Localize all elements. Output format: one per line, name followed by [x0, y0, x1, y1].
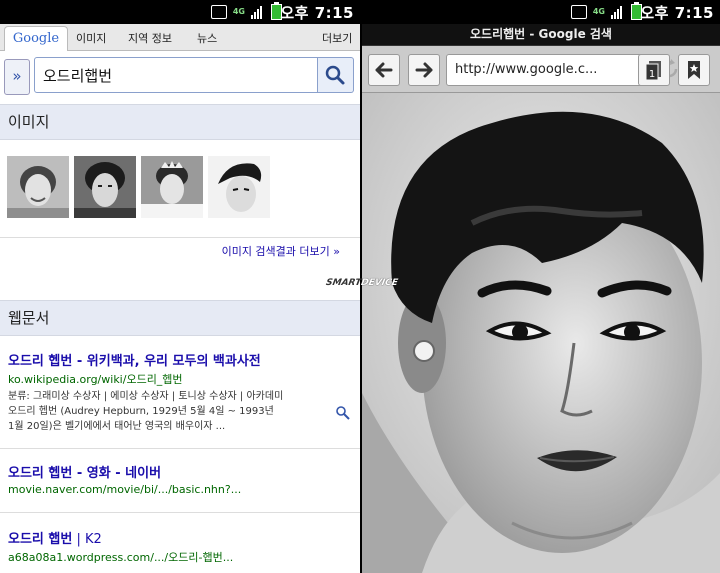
- magnifier-icon: [336, 406, 350, 420]
- status-icons: 4G: [570, 2, 642, 21]
- result-title-link[interactable]: 오드리 헵번 - 위키백과, 우리 모두의 백과사전: [8, 350, 352, 369]
- tab-local[interactable]: 지역 정보: [128, 30, 172, 46]
- signal-icon: [251, 5, 265, 19]
- more-images-link[interactable]: 이미지 검색결과 더보기 »: [222, 243, 340, 259]
- tab-more[interactable]: 더보기: [322, 30, 352, 46]
- images-section-header: 이미지: [0, 104, 360, 140]
- tabs-icon: 1: [645, 61, 661, 81]
- tab-news[interactable]: 뉴스: [197, 30, 217, 46]
- web-section-header: 웹문서: [0, 300, 360, 336]
- signal-icon: [611, 5, 625, 19]
- preview-zoom-button[interactable]: [335, 405, 351, 425]
- image-thumbnails: [7, 156, 270, 218]
- divider: [0, 512, 360, 513]
- result-url: movie.naver.com/movie/bi/.../basic.nhn?.…: [8, 483, 242, 496]
- browser-toolbar: http://www.google.c... 1: [362, 46, 720, 93]
- image-thumbnail[interactable]: [208, 156, 270, 218]
- result-snippet: 분류: 그래미상 수상자 | 에미상 수상자 | 토니상 수상자 | 아카데미 …: [8, 391, 284, 432]
- network-type-icon: 4G: [592, 7, 605, 16]
- tab-google[interactable]: Google: [4, 26, 68, 51]
- image-thumbnail[interactable]: [141, 156, 203, 218]
- divider: [0, 237, 360, 238]
- divider: [0, 448, 360, 449]
- search-row: » 오드리햅번: [0, 51, 360, 95]
- left-phone-screen: 4G 오후 7:15 Google 이미지 지역 정보 뉴스 더보기 » 오드리…: [0, 0, 360, 573]
- usb-icon: [210, 5, 227, 19]
- status-icons: 4G: [210, 2, 282, 21]
- tab-count: 1: [649, 69, 655, 80]
- status-bar: 4G 오후 7:15: [0, 0, 360, 24]
- result-title-link[interactable]: 오드리 헵번 - 영화 - 네이버: [8, 462, 352, 481]
- browser-title: 오드리햅번 - Google 검색: [362, 24, 720, 46]
- forward-button[interactable]: [408, 54, 440, 86]
- bookmark-button[interactable]: [678, 54, 710, 86]
- clock: 오후 7:15: [280, 4, 354, 22]
- search-input[interactable]: 오드리햅번: [34, 57, 318, 93]
- arrow-right-icon: [415, 62, 433, 78]
- arrow-left-icon: [375, 62, 393, 78]
- usb-icon: [570, 5, 587, 19]
- search-tabs: Google 이미지 지역 정보 뉴스 더보기: [0, 24, 360, 51]
- result-url: ko.wikipedia.org/wiki/오드리_헵번: [8, 373, 183, 386]
- status-bar: 4G 오후 7:15: [362, 0, 720, 24]
- tab-images[interactable]: 이미지: [76, 30, 106, 46]
- search-button[interactable]: [318, 57, 354, 93]
- url-field[interactable]: http://www.google.c...: [446, 54, 652, 86]
- portrait-photo: [362, 93, 720, 573]
- right-phone-screen: 4G 오후 7:15 오드리햅번 - Google 검색 http://www.…: [362, 0, 720, 573]
- clock: 오후 7:15: [640, 4, 714, 22]
- portrait-image: [362, 93, 720, 573]
- result-title-link[interactable]: 오드리 햅번 | K2: [8, 528, 352, 547]
- bookmark-icon: [688, 61, 700, 79]
- image-thumbnail[interactable]: [74, 156, 136, 218]
- network-type-icon: 4G: [232, 7, 245, 16]
- expand-button[interactable]: »: [4, 59, 30, 95]
- search-result: 오드리 헵번 - 위키백과, 우리 모두의 백과사전 ko.wikipedia.…: [8, 350, 352, 434]
- result-url: a68a08a1.wordpress.com/.../오드리-햅번...: [8, 551, 234, 564]
- back-button[interactable]: [368, 54, 400, 86]
- search-result: 오드리 햅번 | K2 a68a08a1.wordpress.com/.../오…: [8, 528, 352, 565]
- image-thumbnail[interactable]: [7, 156, 69, 218]
- tabs-button[interactable]: 1: [638, 54, 670, 86]
- search-icon: [325, 65, 345, 85]
- watermark-logo: SMARTDEVICE: [325, 278, 399, 288]
- search-result: 오드리 헵번 - 영화 - 네이버 movie.naver.com/movie/…: [8, 462, 352, 496]
